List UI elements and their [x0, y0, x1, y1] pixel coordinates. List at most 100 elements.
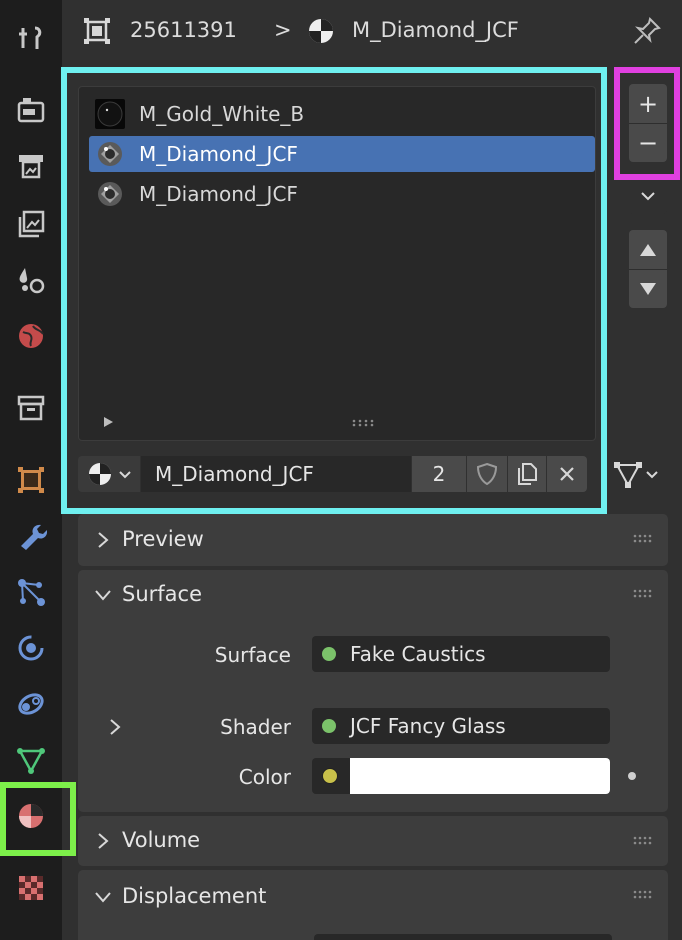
color-field[interactable] [312, 758, 610, 794]
object-icon [84, 18, 110, 44]
color-label: Color [238, 765, 291, 789]
checker-icon [19, 876, 43, 900]
slot-add-remove-group: + − [629, 84, 667, 162]
slot-move-group [629, 230, 667, 308]
modifiers-tab[interactable] [6, 514, 56, 558]
shader-value: JCF Fancy Glass [350, 714, 506, 738]
material-name-label: M_Diamond_JCF [352, 18, 519, 42]
socket-dot-icon [322, 768, 338, 784]
chevron-down-icon [119, 471, 131, 479]
output-tab[interactable] [6, 144, 56, 188]
keyframe-dot-icon[interactable] [628, 772, 636, 780]
scene-tab[interactable] [6, 258, 56, 302]
chevron-down-icon [646, 471, 658, 479]
drag-grip-icon[interactable] [632, 890, 654, 900]
socket-dot-icon [322, 647, 336, 661]
surface-shader-field[interactable]: Fake Caustics [312, 636, 610, 672]
tool-tab[interactable] [6, 16, 56, 60]
chevron-down-icon [641, 192, 655, 201]
list-item[interactable]: M_Diamond_JCF [89, 176, 595, 212]
new-material-button[interactable] [508, 456, 546, 492]
list-item-selected[interactable]: M_Diamond_JCF [89, 136, 595, 172]
particles-tab[interactable] [6, 570, 56, 614]
wrench-screwdriver-icon [19, 26, 42, 49]
link-mode-dropdown[interactable] [606, 456, 666, 492]
shield-icon [476, 462, 498, 486]
chevron-right-icon [98, 532, 109, 548]
box-icon [17, 395, 45, 421]
world-tab[interactable] [6, 314, 56, 358]
user-count-button[interactable]: 2 [412, 456, 466, 492]
view-layer-tab[interactable] [6, 202, 56, 246]
camera-back-icon [17, 98, 45, 123]
images-icon [18, 210, 45, 238]
list-item[interactable]: M_Gold_White_B [89, 96, 595, 132]
data-tab[interactable] [6, 738, 56, 782]
drag-grip-icon[interactable] [632, 836, 654, 846]
panel-title[interactable]: Displacement [122, 884, 266, 908]
render-tab[interactable] [6, 88, 56, 132]
duplicate-icon [518, 463, 537, 485]
triangle-up-icon [640, 243, 656, 256]
fake-user-button[interactable] [467, 456, 507, 492]
material-name-field[interactable]: M_Diamond_JCF [141, 456, 411, 492]
material-tab[interactable] [6, 794, 56, 838]
slot-label: M_Diamond_JCF [139, 142, 298, 166]
panel-title: Preview [122, 527, 204, 551]
object-square-icon [18, 467, 44, 493]
breadcrumb: 25611391 > M_Diamond_JCF [62, 0, 682, 66]
remove-slot-button[interactable]: − [629, 124, 667, 162]
material-preview-icon [98, 142, 122, 166]
physics-tab[interactable] [6, 626, 56, 670]
displacement-panel: Displacement [78, 870, 668, 940]
object-id-label: 25611391 [130, 18, 237, 42]
triangle-down-icon [640, 282, 656, 295]
chevron-right-icon[interactable] [104, 716, 126, 738]
surface-value: Fake Caustics [350, 642, 486, 666]
mesh-triangle-icon [17, 748, 45, 774]
material-sphere-icon [19, 804, 43, 828]
displacement-field-partial[interactable] [314, 934, 612, 940]
add-slot-button[interactable]: + [629, 85, 667, 124]
chevron-right-icon [98, 833, 109, 849]
preview-panel-header[interactable]: Preview [78, 514, 668, 566]
shader-field[interactable]: JCF Fancy Glass [312, 708, 610, 744]
chevron-down-icon[interactable] [92, 886, 114, 908]
material-sphere-icon [309, 19, 333, 43]
mesh-triangle-icon [614, 462, 642, 488]
globe-icon [19, 324, 44, 348]
expand-filter-icon[interactable] [101, 415, 115, 429]
material-slot-list[interactable]: M_Gold_White_B M_Diamond_JCF M_Diamond_J… [78, 86, 596, 441]
object-tab[interactable] [6, 458, 56, 502]
physics-orbit-icon [18, 635, 44, 661]
surface-label: Surface [214, 643, 291, 667]
pin-icon[interactable] [632, 16, 662, 46]
drag-grip-icon[interactable] [632, 534, 654, 544]
constraint-icon [18, 693, 44, 715]
constraints-tab[interactable] [6, 682, 56, 726]
resize-grip-icon[interactable] [351, 419, 375, 427]
drag-grip-icon[interactable] [632, 589, 654, 599]
collection-tab[interactable] [6, 386, 56, 430]
particles-icon [18, 579, 45, 606]
socket-dot-icon [322, 719, 336, 733]
move-slot-down-button[interactable] [629, 270, 667, 308]
move-slot-up-button[interactable] [629, 231, 667, 270]
slot-specials-menu-button[interactable] [629, 178, 667, 214]
panel-title[interactable]: Surface [122, 582, 202, 606]
shader-label: Shader [220, 715, 291, 739]
slot-label: M_Diamond_JCF [139, 182, 298, 206]
material-preview-icon [98, 182, 122, 206]
texture-tab[interactable] [6, 866, 56, 910]
chevron-down-icon[interactable] [92, 584, 114, 606]
scene-drops-icon [19, 268, 45, 294]
browse-material-button[interactable] [78, 456, 140, 492]
properties-tab-bar [0, 0, 62, 940]
material-sphere-icon [89, 463, 111, 485]
slot-label: M_Gold_White_B [139, 102, 305, 126]
close-icon [560, 467, 574, 481]
unlink-material-button[interactable] [547, 456, 587, 492]
color-swatch[interactable] [350, 758, 610, 794]
material-preview-icon [95, 99, 125, 129]
volume-panel-header[interactable]: Volume [78, 816, 668, 866]
